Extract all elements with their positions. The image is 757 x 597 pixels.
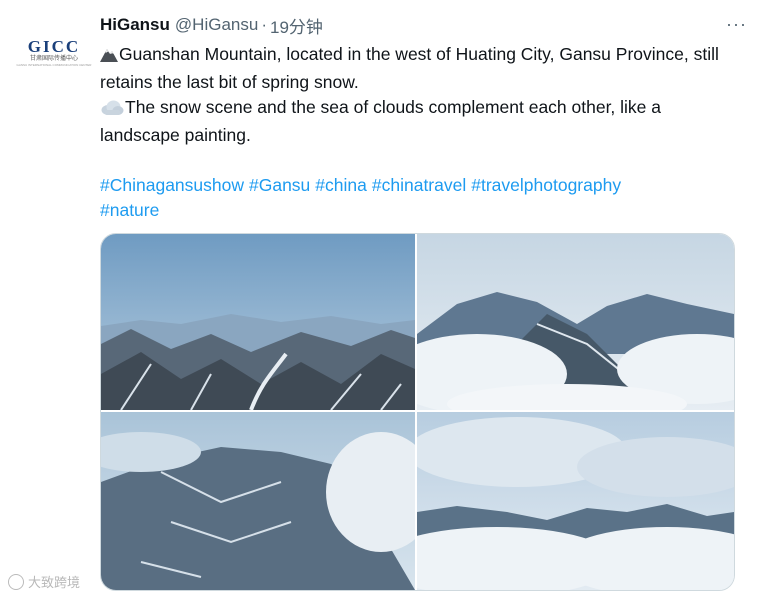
display-name[interactable]: HiGansu [100, 15, 170, 35]
mountain-icon [100, 45, 118, 70]
watermark: 大致跨境 [8, 572, 80, 591]
hashtag-link[interactable]: #nature [100, 200, 159, 220]
mountain-ridge-clouds-photo[interactable] [417, 234, 734, 410]
logo-text: GICC [27, 36, 81, 56]
more-horizontal-icon[interactable]: ··· [726, 14, 747, 35]
sea-of-clouds-photo[interactable] [417, 412, 734, 590]
hashtag-link[interactable]: #travelphotography [471, 175, 621, 195]
hashtag-list: #Chinagansushow #Gansu #china #chinatravel #… [100, 173, 740, 223]
mountain-valley-photo[interactable] [101, 234, 415, 410]
user-handle[interactable]: @HiGansu [175, 15, 258, 35]
hashtag-link[interactable]: #china [315, 175, 367, 195]
hashtag-link[interactable]: #Gansu [249, 175, 310, 195]
timestamp[interactable]: 19分钟 [270, 13, 323, 38]
media-grid [100, 233, 735, 591]
logo-subtitle: 甘肃国际传播中心 [29, 55, 78, 62]
tweet-body: HiGansu @HiGansu · 19分钟 Guanshan Mountai… [100, 12, 740, 223]
separator-dot: · [261, 15, 267, 34]
cloud-icon [100, 98, 124, 123]
tweet-text: Guanshan Mountain, located in the west o… [100, 42, 740, 148]
mountain-slope-clouds-photo[interactable] [101, 412, 415, 590]
logo-tagline: GANSU INTERNATIONAL COMMUNICATION CENTER [16, 62, 92, 67]
watermark-logo-icon [8, 573, 24, 590]
tweet-header: HiGansu @HiGansu · 19分钟 [100, 12, 740, 38]
tweet-text-line-1: Guanshan Mountain, located in the west o… [100, 44, 719, 92]
tweet-text-line-2: The snow scene and the sea of clouds com… [100, 97, 662, 145]
tweet-card[interactable]: GICC 甘肃国际传播中心 GANSU INTERNATIONAL COMMUN… [0, 0, 757, 597]
hashtag-link[interactable]: #chinatravel [372, 175, 466, 195]
hashtag-link[interactable]: #Chinagansushow [100, 175, 244, 195]
tweet-line-1: Guanshan Mountain, located in the west o… [100, 42, 740, 95]
avatar[interactable]: GICC 甘肃国际传播中心 GANSU INTERNATIONAL COMMUN… [17, 18, 92, 86]
watermark-text: 大致跨境 [28, 575, 81, 590]
tweet-line-2: The snow scene and the sea of clouds com… [100, 95, 740, 148]
